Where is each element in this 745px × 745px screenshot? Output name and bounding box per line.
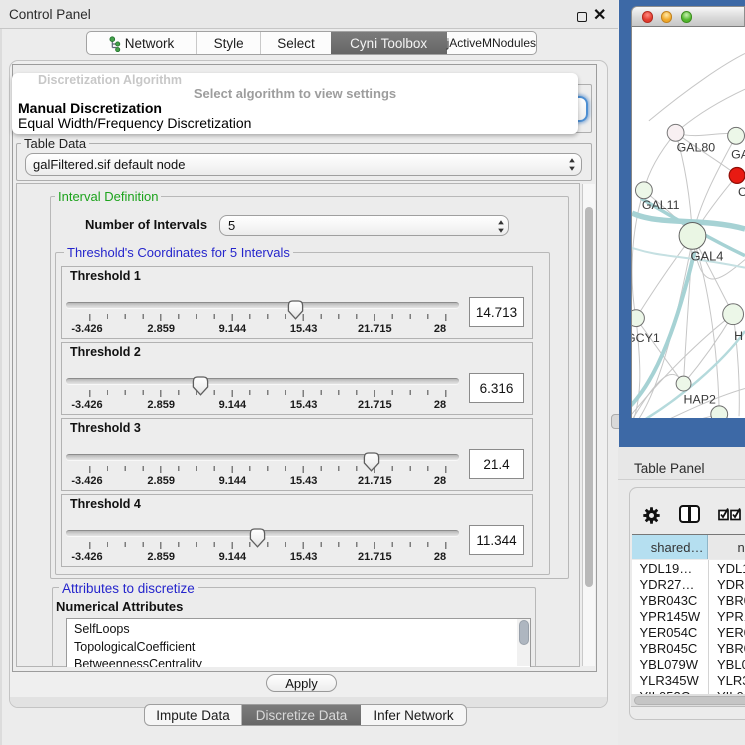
svg-text:GAL80: GAL80 xyxy=(677,141,716,155)
svg-text:H: H xyxy=(734,329,743,343)
svg-text:GA: GA xyxy=(731,148,745,162)
svg-text:GAL11: GAL11 xyxy=(642,198,680,212)
svg-text:HAP2: HAP2 xyxy=(684,392,716,406)
svg-text:C: C xyxy=(738,185,745,199)
svg-text:GAL4: GAL4 xyxy=(690,249,723,264)
svg-text:GCY1: GCY1 xyxy=(631,331,660,345)
